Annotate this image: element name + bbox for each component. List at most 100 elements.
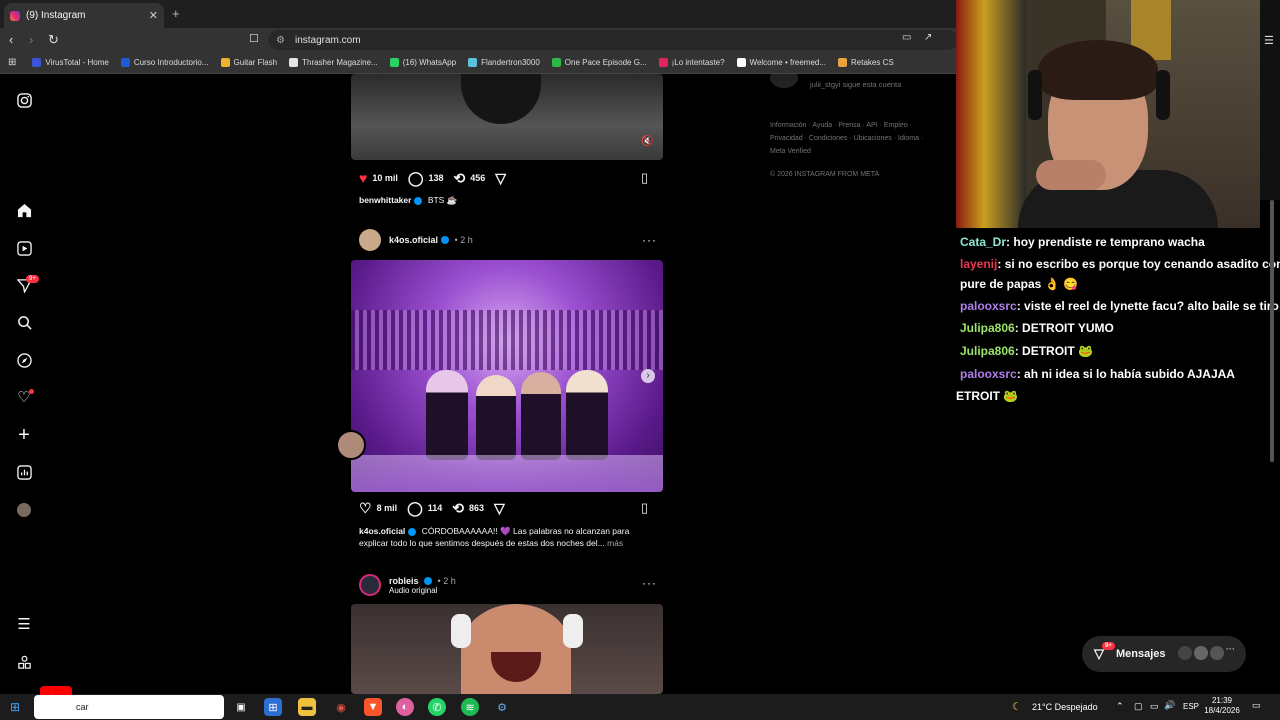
forward-icon[interactable]: ›: [29, 32, 33, 47]
footer-links[interactable]: Información · Ayuda · Prensa · API · Emp…: [770, 119, 940, 158]
suggested-avatar[interactable]: [770, 74, 798, 88]
post3-username[interactable]: robleis: [389, 576, 419, 586]
save-bookmark-icon[interactable]: ▯: [641, 170, 648, 186]
more-apps-icon[interactable]: [16, 654, 32, 670]
bookmark-item[interactable]: Thrasher Magazine...: [289, 58, 378, 67]
network-icon[interactable]: ▭: [1150, 701, 1159, 712]
post2-more-link[interactable]: más: [607, 538, 623, 548]
muted-icon[interactable]: 🔇: [641, 136, 653, 147]
chat-text: : DETROIT 🐸: [1014, 344, 1093, 358]
steam-icon[interactable]: ⚙: [493, 698, 511, 716]
new-tab-button[interactable]: +: [172, 6, 180, 21]
reels-icon[interactable]: [16, 240, 32, 256]
post2-header: k4os.oficial • 2 h: [359, 229, 473, 251]
bookmark-item[interactable]: Retakes CS: [838, 58, 894, 67]
like-icon[interactable]: ♡: [359, 500, 372, 517]
post3-video[interactable]: [351, 604, 663, 694]
profile-avatar-icon[interactable]: [16, 502, 32, 518]
tab-close-icon[interactable]: ✕: [149, 9, 158, 22]
weather-moon-icon: ☾: [1012, 701, 1022, 713]
tray-app-icon[interactable]: ▢: [1134, 701, 1143, 712]
bookmark-item[interactable]: VirusTotal - Home: [32, 58, 109, 67]
create-plus-icon[interactable]: +: [16, 424, 32, 446]
chat-scrollbar[interactable]: [1270, 200, 1274, 462]
windows-start-icon[interactable]: ⊞: [6, 698, 24, 716]
comment-icon[interactable]: ◯: [407, 500, 423, 517]
store-icon[interactable]: ⊞: [264, 698, 282, 716]
app-pink-icon[interactable]: ◐: [396, 698, 414, 716]
share-icon[interactable]: ▽: [495, 170, 506, 187]
bookmark-item[interactable]: Guitar Flash: [220, 58, 277, 67]
floating-avatar[interactable]: [336, 430, 366, 460]
taskbar-search[interactable]: car: [34, 695, 224, 719]
bookmark-item[interactable]: Curso Introductorio...: [120, 58, 209, 67]
chat-username[interactable]: palooxsrc: [960, 367, 1017, 381]
bookmark-label: One Pace Episode G...: [564, 58, 647, 67]
repost-icon[interactable]: ⟲: [452, 500, 464, 517]
whatsapp-icon[interactable]: ✆: [428, 698, 446, 716]
post3-avatar[interactable]: [359, 574, 381, 596]
messages-pill[interactable]: ▽ 9+ Mensajes ···: [1082, 636, 1246, 672]
bookmark-icon[interactable]: ☐: [249, 32, 259, 45]
reload-icon[interactable]: ↻: [48, 32, 59, 48]
post2-likes: 8 mil: [376, 503, 398, 513]
chat-username[interactable]: palooxsrc: [960, 299, 1017, 313]
like-filled-icon[interactable]: ♥: [359, 170, 367, 186]
tray-chevron-icon[interactable]: ⌃: [1116, 701, 1124, 712]
bookmark-favicon-icon: [658, 58, 668, 67]
volume-icon[interactable]: 🔊: [1164, 700, 1175, 711]
post3-more-options-icon[interactable]: ···: [642, 576, 657, 590]
verified-badge-icon: [408, 527, 417, 536]
bookmark-item[interactable]: ¡Lo intentaste?: [658, 58, 725, 67]
save-bookmark-icon[interactable]: ▯: [641, 500, 648, 516]
post1-caption-username[interactable]: benwhittaker: [359, 195, 411, 205]
chat-username[interactable]: layenij: [960, 257, 997, 271]
post2-avatar[interactable]: [359, 229, 381, 251]
chat-message: palooxsrc: viste el reel de lynette facu…: [960, 296, 1280, 316]
comment-icon[interactable]: ◯: [408, 170, 424, 187]
chat-username[interactable]: Julipa806: [960, 344, 1015, 358]
back-icon[interactable]: ‹: [9, 32, 13, 47]
instagram-logo-icon[interactable]: [16, 92, 32, 108]
carousel-next-icon[interactable]: ›: [641, 369, 655, 383]
chat-message: palooxsrc: ah ni idea si lo había subido…: [960, 364, 1280, 384]
spotify-icon[interactable]: ≋: [461, 698, 479, 716]
search-icon[interactable]: [16, 314, 32, 330]
obs-icon[interactable]: ◉: [332, 698, 350, 716]
home-icon[interactable]: [16, 202, 32, 218]
bookmark-item[interactable]: (16) WhatsApp: [389, 58, 456, 67]
clock[interactable]: 21:39 18/4/2026: [1202, 696, 1242, 716]
chat-username[interactable]: Julipa806: [960, 321, 1015, 335]
share-icon[interactable]: ▽: [494, 500, 505, 517]
notifications-icon[interactable]: ▭: [1252, 700, 1261, 711]
tab-instagram[interactable]: (9) Instagram ✕: [4, 3, 164, 28]
brave-icon[interactable]: ▼: [364, 698, 382, 716]
browser-menu-icon[interactable]: ☰: [1264, 34, 1274, 47]
post3-header: robleis • 2 h Audio original: [359, 572, 456, 598]
post2-username[interactable]: k4os.oficial: [389, 235, 438, 245]
post2-caption-username[interactable]: k4os.oficial: [359, 526, 405, 536]
address-bar[interactable]: ⚙ instagram.com: [268, 30, 958, 50]
repost-icon[interactable]: ⟲: [454, 170, 466, 187]
explore-icon[interactable]: [16, 352, 32, 368]
menu-hamburger-icon[interactable]: ☰: [16, 616, 32, 633]
cast-icon[interactable]: ▭: [902, 32, 911, 43]
bookmark-item[interactable]: Welcome • freemed...: [736, 58, 826, 67]
bookmark-item[interactable]: One Pace Episode G...: [551, 58, 647, 67]
share-icon[interactable]: ↗: [924, 32, 932, 43]
bookmark-item[interactable]: Flandertron3000: [468, 58, 540, 67]
chat-message: Julipa806: DETROIT 🐸: [960, 341, 1280, 361]
site-settings-icon[interactable]: ⚙: [276, 35, 285, 46]
task-view-icon[interactable]: ▣: [232, 698, 250, 716]
post3-audio[interactable]: Audio original: [389, 586, 456, 595]
chat-username[interactable]: Cata_Dr: [960, 235, 1006, 249]
file-explorer-icon[interactable]: ▬: [298, 698, 316, 716]
clock-date: 18/4/2026: [1204, 706, 1240, 715]
apps-grid-icon[interactable]: ⊞: [8, 57, 16, 68]
post1-video[interactable]: 🔇: [351, 74, 663, 160]
weather-text[interactable]: 21°C Despejado: [1032, 702, 1098, 712]
post2-more-options-icon[interactable]: ···: [642, 233, 657, 247]
language-indicator[interactable]: ESP: [1183, 702, 1199, 711]
dashboard-icon[interactable]: [16, 464, 32, 480]
post2-image[interactable]: ›: [351, 260, 663, 492]
